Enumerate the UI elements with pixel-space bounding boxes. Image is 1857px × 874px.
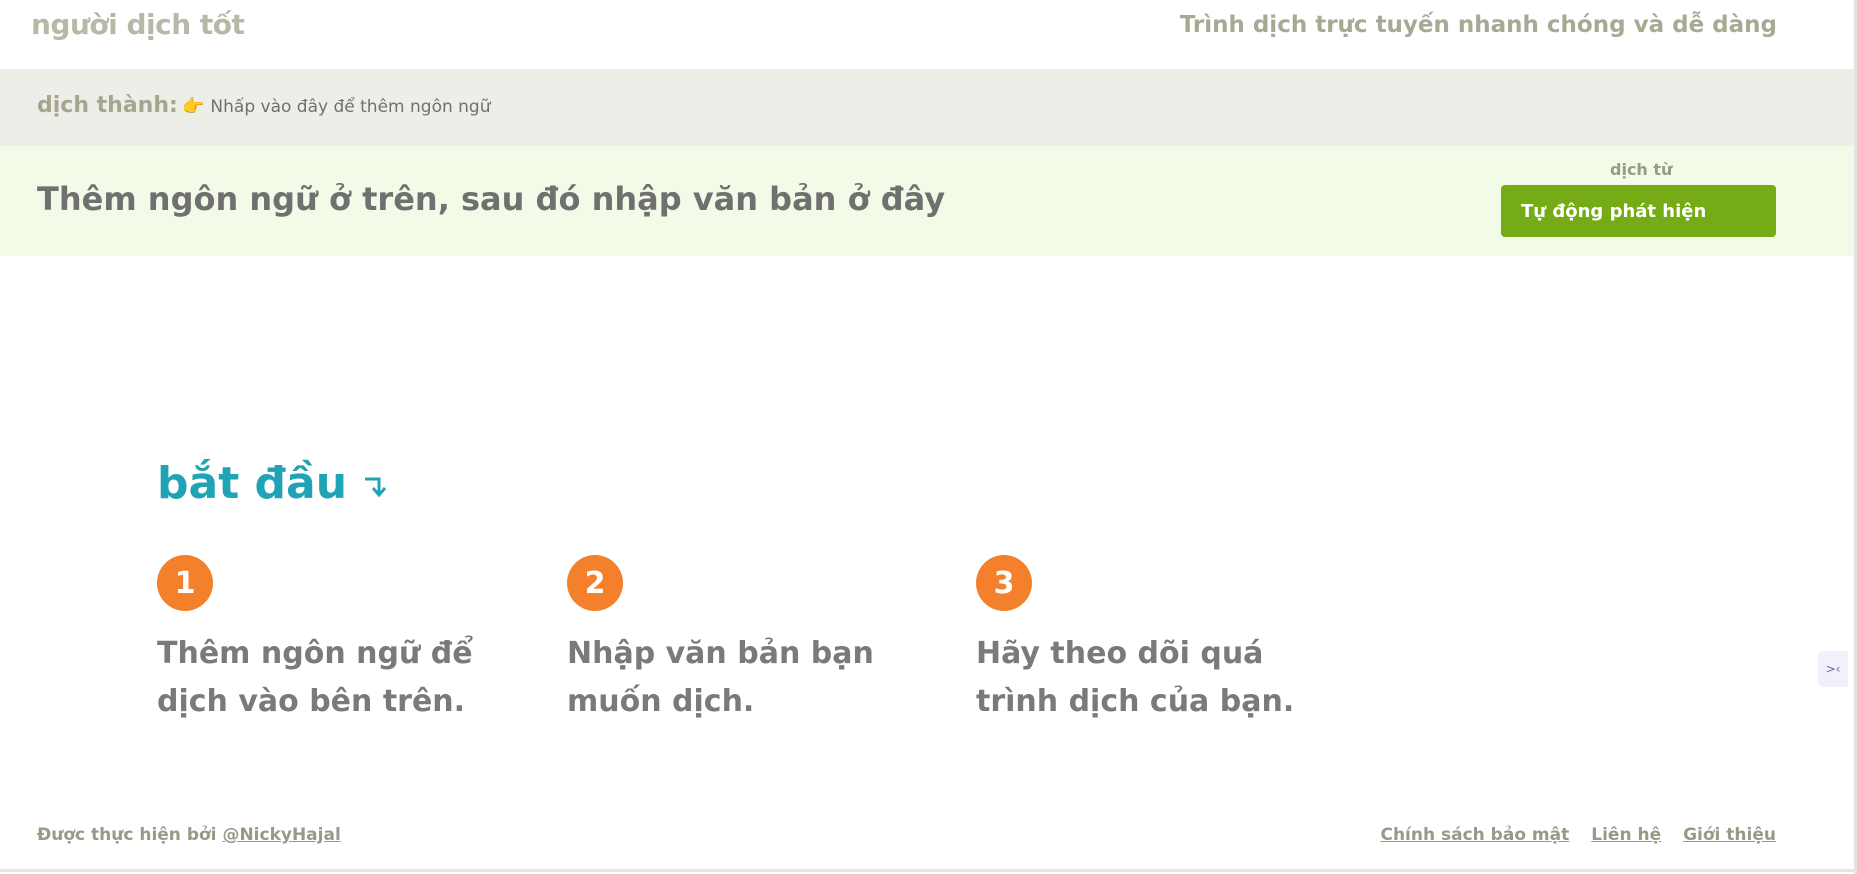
side-widget-button[interactable]: >‹ [1818,651,1848,687]
arrow-down-right-icon [365,477,387,497]
target-language-bar: dịch thành: 👉 Nhấp vào đây để thêm ngôn … [0,69,1857,146]
widget-icon: >‹ [1825,662,1841,676]
step-2: 2 Nhập văn bản bạn muốn dịch. [567,555,937,726]
text-input-area[interactable]: Thêm ngôn ngữ ở trên, sau đó nhập văn bả… [0,146,1857,256]
site-tagline: Trình dịch trực tuyến nhanh chóng và dễ … [1179,12,1777,38]
translate-to-label: dịch thành: [37,93,178,118]
auto-detect-button[interactable]: Tự động phát hiện [1501,185,1776,237]
step-3: 3 Hãy theo dõi quá trình dịch của bạn. [976,555,1346,726]
getting-started-title: bắt đầu [157,458,348,509]
header: người dịch tốt Trình dịch trực tuyến nha… [0,0,1857,69]
step-number-badge: 2 [567,555,623,611]
step-number-badge: 1 [157,555,213,611]
author-link[interactable]: @NickyHajal [222,825,340,845]
add-language-label: Nhấp vào đây để thêm ngôn ngữ [210,96,491,117]
step-number-badge: 3 [976,555,1032,611]
credit-prefix: Được thực hiện bởi [37,825,217,845]
site-logo[interactable]: người dịch tốt [31,8,245,41]
about-link[interactable]: Giới thiệu [1683,825,1776,845]
getting-started-heading: bắt đầu [157,458,389,509]
step-description: Hãy theo dõi quá trình dịch của bạn. [976,636,1295,719]
privacy-policy-link[interactable]: Chính sách bảo mật [1380,825,1569,845]
step-description: Thêm ngôn ngữ để dịch vào bên trên. [157,636,473,719]
footer-credit: Được thực hiện bởi @NickyHajal [37,825,341,845]
add-language-link[interactable]: 👉 Nhấp vào đây để thêm ngôn ngữ [182,96,490,117]
step-1: 1 Thêm ngôn ngữ để dịch vào bên trên. [157,555,527,726]
contact-link[interactable]: Liên hệ [1591,825,1661,845]
translate-from-label: dịch từ [1610,160,1673,179]
step-description: Nhập văn bản bạn muốn dịch. [567,636,874,719]
text-input-placeholder[interactable]: Thêm ngôn ngữ ở trên, sau đó nhập văn bả… [37,180,945,218]
footer-links: Chính sách bảo mật Liên hệ Giới thiệu [1380,825,1776,845]
pointing-hand-icon: 👉 [182,96,205,117]
bottom-divider [0,869,1857,872]
